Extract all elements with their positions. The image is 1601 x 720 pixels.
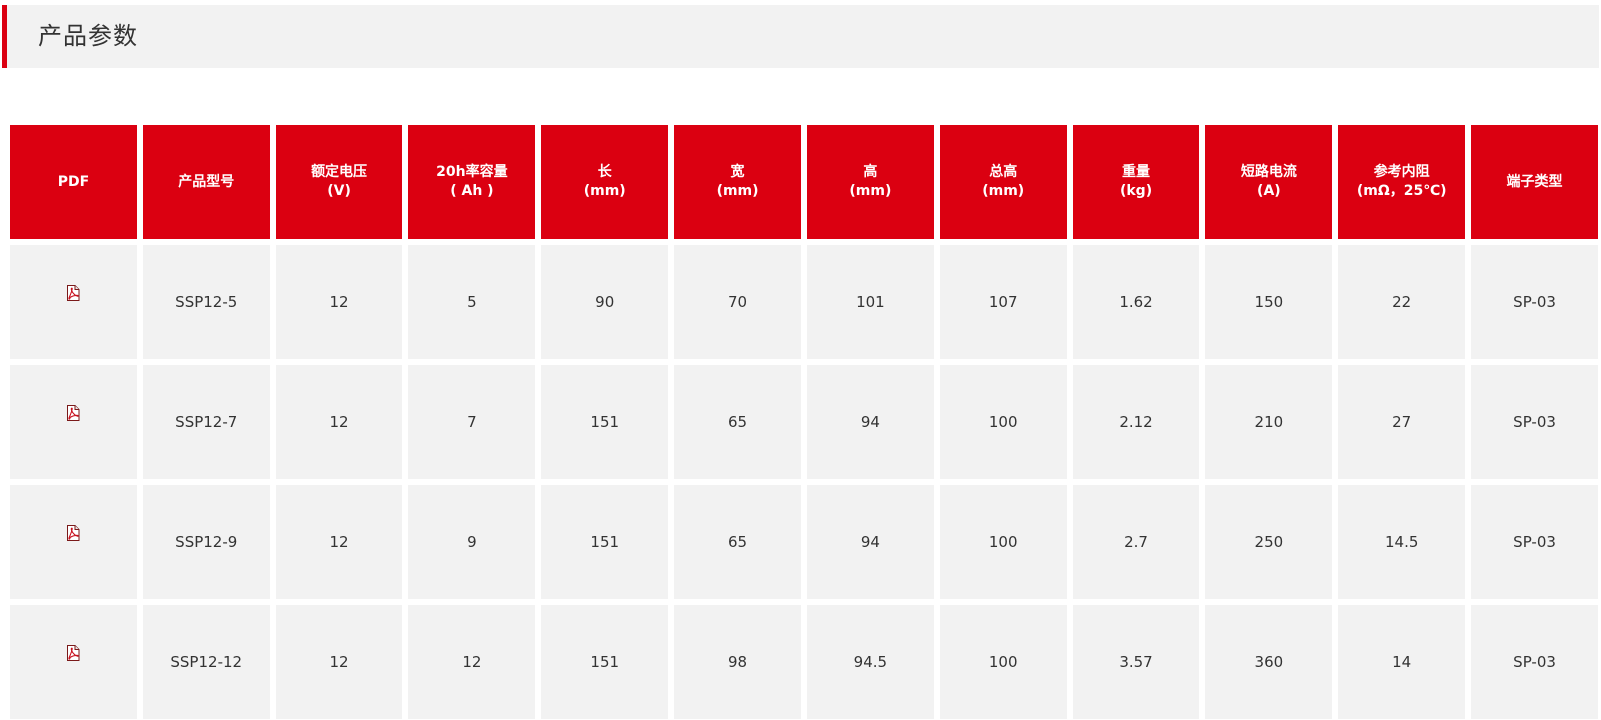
cell-total_height: 100 (939, 605, 1067, 719)
cell-weight: 3.57 (1072, 605, 1200, 719)
cell-short_current: 360 (1205, 605, 1333, 719)
cell-weight: 2.12 (1072, 365, 1200, 479)
cell-weight: 1.62 (1072, 245, 1200, 359)
column-header-label: (V) (327, 183, 351, 199)
cell-model: SSP12-9 (142, 485, 270, 599)
column-header-weight: 重量 (kg) (1072, 125, 1200, 239)
cell-width: 98 (674, 605, 801, 719)
pdf-cell (10, 485, 137, 599)
pdf-file-icon[interactable] (66, 285, 80, 301)
cell-length: 151 (541, 365, 669, 479)
cell-model: SSP12-12 (142, 605, 270, 719)
column-header-label: 20h率容量 (436, 164, 508, 180)
cell-terminal: SP-03 (1471, 485, 1598, 599)
column-header-label: (mm) (982, 183, 1025, 199)
column-header-label: 宽 (730, 164, 745, 180)
cell-voltage: 12 (275, 485, 403, 599)
table-row: SSP12-5 12 5 90 70 101 107 1.62 150 22 SP-03 (10, 245, 1598, 359)
column-header-label: (mΩ，25℃) (1356, 183, 1447, 199)
cell-resistance: 22 (1338, 245, 1466, 359)
cell-resistance: 14 (1338, 605, 1466, 719)
column-header-capacity: 20h率容量 ( Ah ) (408, 125, 536, 239)
column-header-total_height: 总高 (mm) (939, 125, 1067, 239)
cell-total_height: 100 (939, 365, 1067, 479)
pdf-file-icon[interactable] (66, 525, 80, 541)
table-row: SSP12-12 12 12 151 98 94.5 100 3.57 360 14 SP-03 (10, 605, 1598, 719)
pdf-cell (10, 245, 137, 359)
table-row: SSP12-7 12 7 151 65 94 100 2.12 210 27 SP-03 (10, 365, 1598, 479)
cell-short_current: 210 (1205, 365, 1333, 479)
cell-voltage: 12 (275, 245, 403, 359)
column-header-short_current: 短路电流 (A) (1205, 125, 1333, 239)
column-header-label: 高 (863, 164, 878, 180)
column-header-label: (mm) (583, 183, 626, 199)
column-header-label: 端子类型 (1506, 173, 1563, 190)
pdf-file-icon[interactable] (66, 645, 80, 661)
cell-width: 65 (674, 485, 801, 599)
section-header: 产品参数 (2, 5, 1599, 68)
product-params-table-wrap: PDF 产品型号 额定电压 (V) 20h率容量 ( Ah ) 长 (mm) 宽 (mm) 高 (mm… (4, 119, 1601, 720)
cell-weight: 2.7 (1072, 485, 1200, 599)
column-header-label: PDF (57, 173, 90, 190)
cell-short_current: 150 (1205, 245, 1333, 359)
cell-height: 94 (806, 485, 934, 599)
cell-length: 90 (541, 245, 669, 359)
section-title: 产品参数 (38, 22, 138, 50)
cell-width: 65 (674, 365, 801, 479)
cell-model: SSP12-5 (142, 245, 270, 359)
column-header-length: 长 (mm) (541, 125, 669, 239)
column-header-width: 宽 (mm) (674, 125, 801, 239)
product-params-table: PDF 产品型号 额定电压 (V) 20h率容量 ( Ah ) 长 (mm) 宽 (mm) 高 (mm… (4, 119, 1601, 720)
column-header-voltage: 额定电压 (V) (275, 125, 403, 239)
cell-width: 70 (674, 245, 801, 359)
column-header-terminal: 端子类型 (1471, 125, 1598, 239)
pdf-cell (10, 605, 137, 719)
column-header-label: 产品型号 (178, 173, 235, 190)
column-header-label: (A) (1257, 183, 1281, 199)
cell-resistance: 14.5 (1338, 485, 1466, 599)
column-header-label: (mm) (716, 183, 759, 199)
cell-height: 94.5 (806, 605, 934, 719)
column-header-label: 参考内阻 (1373, 164, 1430, 180)
column-header-label: 重量 (1122, 164, 1151, 180)
table-header-row: PDF 产品型号 额定电压 (V) 20h率容量 ( Ah ) 长 (mm) 宽 (mm) 高 (mm… (10, 125, 1598, 239)
table-row: SSP12-9 12 9 151 65 94 100 2.7 250 14.5 SP-03 (10, 485, 1598, 599)
cell-terminal: SP-03 (1471, 245, 1598, 359)
column-header-label: 长 (597, 164, 612, 180)
pdf-cell (10, 365, 137, 479)
cell-capacity: 5 (408, 245, 536, 359)
column-header-label: (mm) (849, 183, 892, 199)
cell-length: 151 (541, 485, 669, 599)
column-header-label: 短路电流 (1240, 164, 1297, 180)
cell-terminal: SP-03 (1471, 605, 1598, 719)
cell-terminal: SP-03 (1471, 365, 1598, 479)
cell-capacity: 7 (408, 365, 536, 479)
cell-length: 151 (541, 605, 669, 719)
cell-height: 94 (806, 365, 934, 479)
table-body: SSP12-5 12 5 90 70 101 107 1.62 150 22 SP-03 SSP12-… (10, 245, 1598, 719)
column-header-resistance: 参考内阻 (mΩ，25℃) (1338, 125, 1466, 239)
cell-height: 101 (806, 245, 934, 359)
column-header-label: 额定电压 (311, 164, 368, 180)
cell-total_height: 100 (939, 485, 1067, 599)
column-header-label: (kg) (1119, 183, 1153, 199)
pdf-file-icon[interactable] (66, 405, 80, 421)
column-header-model: 产品型号 (142, 125, 270, 239)
column-header-label: ( Ah ) (450, 183, 494, 199)
cell-voltage: 12 (275, 365, 403, 479)
cell-model: SSP12-7 (142, 365, 270, 479)
column-header-label: 总高 (989, 164, 1018, 180)
cell-capacity: 9 (408, 485, 536, 599)
cell-short_current: 250 (1205, 485, 1333, 599)
cell-voltage: 12 (275, 605, 403, 719)
column-header-pdf: PDF (10, 125, 137, 239)
cell-total_height: 107 (939, 245, 1067, 359)
cell-resistance: 27 (1338, 365, 1466, 479)
column-header-height: 高 (mm) (806, 125, 934, 239)
cell-capacity: 12 (408, 605, 536, 719)
